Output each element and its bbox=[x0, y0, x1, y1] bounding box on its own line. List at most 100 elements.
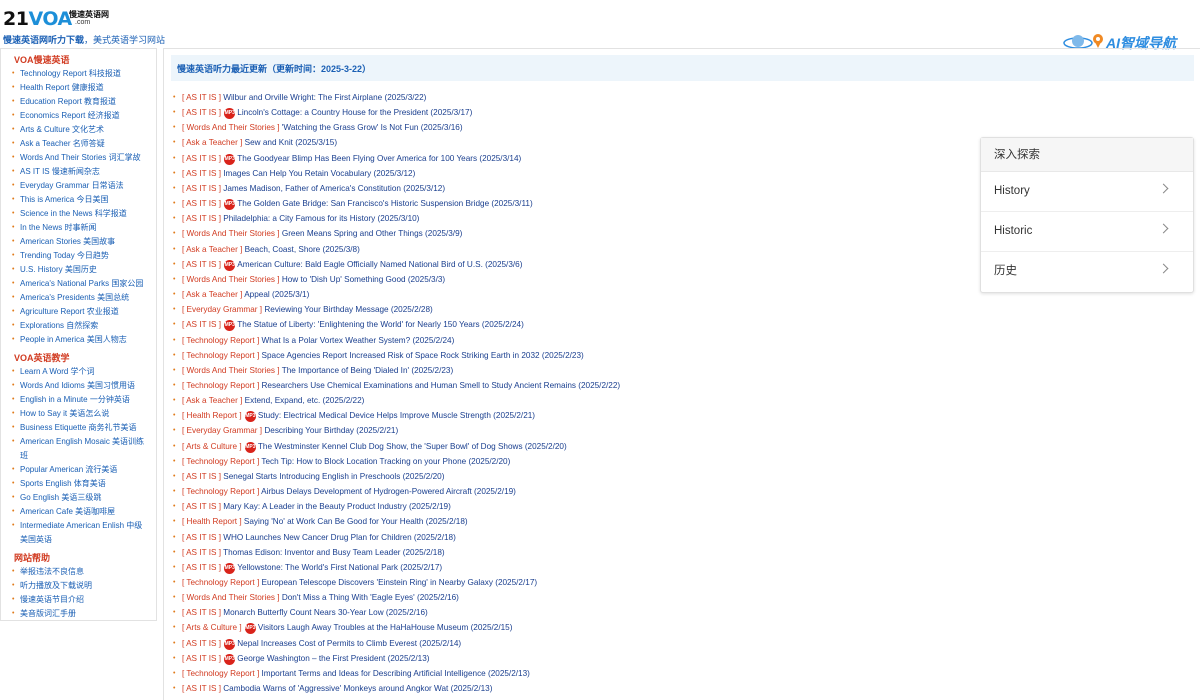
sidebar-item[interactable]: • Words And Idioms 美国习惯用语 bbox=[1, 379, 156, 393]
news-title-link[interactable]: WHO Launches New Cancer Drug Plan for Ch… bbox=[223, 533, 456, 542]
sidebar-item[interactable]: • Technology Report 科技报道 bbox=[1, 67, 156, 81]
news-title-link[interactable]: The Goodyear Blimp Has Been Flying Over … bbox=[237, 154, 521, 163]
news-category-link[interactable]: [ Ask a Teacher ] bbox=[182, 245, 242, 254]
news-title-link[interactable]: Researchers Use Chemical Examinations an… bbox=[262, 381, 621, 390]
news-item[interactable]: •[ Technology Report ] MP3Space Agencies… bbox=[173, 348, 620, 363]
news-category-link[interactable]: [ AS IT IS ] bbox=[182, 260, 221, 269]
news-category-link[interactable]: [ AS IT IS ] bbox=[182, 199, 221, 208]
news-title-link[interactable]: Appeal (2025/3/1) bbox=[244, 290, 309, 299]
sidebar-item[interactable]: • Words And Their Stories 词汇掌故 bbox=[1, 151, 156, 165]
news-title-link[interactable]: Saying 'No' at Work Can Be Good for Your… bbox=[244, 517, 468, 526]
news-title-link[interactable]: Beach, Coast, Shore (2025/3/8) bbox=[245, 245, 360, 254]
news-category-link[interactable]: [ AS IT IS ] bbox=[182, 93, 221, 102]
sidebar-item[interactable]: • 举报违法不良信息 bbox=[1, 565, 156, 579]
news-category-link[interactable]: [ Ask a Teacher ] bbox=[182, 396, 242, 405]
news-item[interactable]: • [ AS IT IS ] MP3 Lincoln's Cottage: a Co… bbox=[173, 105, 620, 120]
news-category-link[interactable]: [ Technology Report ] bbox=[182, 578, 259, 587]
news-category-link[interactable]: [ AS IT IS ] bbox=[182, 472, 221, 481]
news-category-link[interactable]: [ AS IT IS ] bbox=[182, 548, 221, 557]
sidebar-item[interactable]: • America's Presidents 美国总统 bbox=[1, 291, 156, 305]
news-title-link[interactable]: Tech Tip: How to Block Location Tracking… bbox=[261, 457, 510, 466]
news-category-link[interactable]: [ Everyday Grammar ] bbox=[182, 305, 262, 314]
news-category-link[interactable]: [ AS IT IS ] bbox=[182, 169, 221, 178]
news-title-link[interactable]: How to 'Dish Up' Something Good (2025/3/… bbox=[282, 275, 445, 284]
news-category-link[interactable]: [ Words And Their Stories ] bbox=[182, 593, 280, 602]
sidebar-item[interactable]: • 慢速英语节目介绍 bbox=[1, 593, 156, 607]
sidebar-item[interactable]: • Popular American 流行美语 bbox=[1, 463, 156, 477]
news-item[interactable]: •[ Words And Their Stories ] MP3The Impo… bbox=[173, 363, 620, 378]
news-title-link[interactable]: Thomas Edison: Inventor and Busy Team Le… bbox=[223, 548, 445, 557]
news-title-link[interactable]: Sew and Knit (2025/3/15) bbox=[245, 138, 337, 147]
news-title-link[interactable]: Images Can Help You Retain Vocabulary (2… bbox=[223, 169, 415, 178]
news-item[interactable]: •[ Words And Their Stories ] MP3Don't Mi… bbox=[173, 590, 620, 605]
sidebar-item[interactable]: • People in America 美国人物志 bbox=[1, 333, 156, 347]
news-title-link[interactable]: American Culture: Bald Eagle Officially … bbox=[237, 260, 522, 269]
news-item[interactable]: •[ AS IT IS ] MP3WHO Launches New Cancer… bbox=[173, 530, 620, 545]
news-title-link[interactable]: Senegal Starts Introducing English in Pr… bbox=[223, 472, 444, 481]
sidebar-item[interactable]: • American Stories 美国故事 bbox=[1, 235, 156, 249]
news-item[interactable]: •[ AS IT IS ] MP3Philadelphia: a City Fa… bbox=[173, 211, 620, 226]
news-item[interactable]: •[ AS IT IS ] MP3Monarch Butterfly Count… bbox=[173, 605, 620, 620]
news-title-link[interactable]: Philadelphia: a City Famous for its Hist… bbox=[223, 214, 419, 223]
sidebar-item[interactable]: • Business Etiquette 商务礼节美语 bbox=[1, 421, 156, 435]
news-item[interactable]: •[ Ask a Teacher ] MP3Appeal (2025/3/1) bbox=[173, 287, 620, 302]
news-title-link[interactable]: James Madison, Father of America's Const… bbox=[223, 184, 445, 193]
news-category-link[interactable]: [ Arts & Culture ] bbox=[182, 623, 242, 632]
news-category-link[interactable]: [ Technology Report ] bbox=[182, 351, 259, 360]
news-item[interactable]: •[ Ask a Teacher ] MP3Sew and Knit (2025… bbox=[173, 135, 620, 150]
news-title-link[interactable]: Lincoln's Cottage: a Country House for t… bbox=[237, 108, 472, 117]
sidebar-item[interactable]: • Everyday Grammar 日常语法 bbox=[1, 179, 156, 193]
news-item[interactable]: •[ AS IT IS ] MP3Mary Kay: A Leader in t… bbox=[173, 499, 620, 514]
news-item[interactable]: •[ Words And Their Stories ] MP3Green Me… bbox=[173, 226, 620, 241]
news-category-link[interactable]: [ AS IT IS ] bbox=[182, 184, 221, 193]
news-category-link[interactable]: [ Technology Report ] bbox=[182, 457, 259, 466]
sidebar-item[interactable]: • Agriculture Report 农业报道 bbox=[1, 305, 156, 319]
sidebar-item[interactable]: • English in a Minute 一分钟英语 bbox=[1, 393, 156, 407]
news-category-link[interactable]: [ AS IT IS ] bbox=[182, 502, 221, 511]
news-category-link[interactable]: [ Words And Their Stories ] bbox=[182, 366, 280, 375]
news-title-link[interactable]: Don't Miss a Thing With 'Eagle Eyes' (20… bbox=[282, 593, 459, 602]
news-item[interactable]: •[ Everyday Grammar ] MP3Reviewing Your … bbox=[173, 302, 620, 317]
sidebar-item[interactable]: • Intermediate American Enlish 中级美国英语 bbox=[1, 519, 156, 547]
news-category-link[interactable]: [ Ask a Teacher ] bbox=[182, 138, 242, 147]
news-item[interactable]: • [ Health Report ] MP3 Study: Electrical … bbox=[173, 408, 620, 423]
news-item[interactable]: • [ Arts & Culture ] MP3 Visitors Laugh Aw… bbox=[173, 620, 620, 635]
news-title-link[interactable]: The Westminster Kennel Club Dog Show, th… bbox=[258, 442, 567, 451]
sidebar-item[interactable]: • Education Report 教育报道 bbox=[1, 95, 156, 109]
explore-item-historic[interactable]: Historic bbox=[981, 212, 1193, 252]
news-item[interactable]: •[ AS IT IS ] MP3Wilbur and Orville Wrig… bbox=[173, 90, 620, 105]
news-title-link[interactable]: Important Terms and Ideas for Describing… bbox=[262, 669, 530, 678]
news-item[interactable]: •[ Technology Report ] MP3Airbus Delays … bbox=[173, 484, 620, 499]
news-category-link[interactable]: [ Technology Report ] bbox=[182, 487, 259, 496]
news-item[interactable]: •[ AS IT IS ] MP3Senegal Starts Introduc… bbox=[173, 469, 620, 484]
news-category-link[interactable]: [ AS IT IS ] bbox=[182, 684, 221, 693]
sidebar-item[interactable]: • Health Report 健康报道 bbox=[1, 81, 156, 95]
news-item[interactable]: •[ Health Report ] MP3Saying 'No' at Wor… bbox=[173, 514, 620, 529]
news-category-link[interactable]: [ AS IT IS ] bbox=[182, 563, 221, 572]
sidebar-item[interactable]: • Trending Today 今日趋势 bbox=[1, 249, 156, 263]
news-title-link[interactable]: The Importance of Being 'Dialed In' (202… bbox=[282, 366, 454, 375]
news-item[interactable]: •[ Technology Report ] MP3European Teles… bbox=[173, 575, 620, 590]
news-category-link[interactable]: [ Ask a Teacher ] bbox=[182, 290, 242, 299]
sidebar-item[interactable]: • Sports English 体育美语 bbox=[1, 477, 156, 491]
news-category-link[interactable]: [ Words And Their Stories ] bbox=[182, 123, 280, 132]
news-item[interactable]: •[ Technology Report ] MP3Tech Tip: How … bbox=[173, 454, 620, 469]
sidebar-item[interactable]: • AS IT IS 慢速新闻杂志 bbox=[1, 165, 156, 179]
news-title-link[interactable]: European Telescope Discovers 'Einstein R… bbox=[262, 578, 538, 587]
news-item[interactable]: • [ Arts & Culture ] MP3 The Westminster K… bbox=[173, 439, 620, 454]
sidebar-item[interactable]: • Ask a Teacher 名师答疑 bbox=[1, 137, 156, 151]
news-item[interactable]: • [ AS IT IS ] MP3 American Culture: Bald … bbox=[173, 257, 620, 272]
news-title-link[interactable]: George Washington – the First President … bbox=[237, 654, 429, 663]
sidebar-item[interactable]: • Science in the News 科学报道 bbox=[1, 207, 156, 221]
news-item[interactable]: • [ AS IT IS ] MP3 George Washington – the… bbox=[173, 651, 620, 666]
sidebar-item[interactable]: • American English Mosaic 美语训练班 bbox=[1, 435, 156, 463]
news-category-link[interactable]: [ Technology Report ] bbox=[182, 669, 259, 678]
news-category-link[interactable]: [ AS IT IS ] bbox=[182, 108, 221, 117]
news-title-link[interactable]: Mary Kay: A Leader in the Beauty Product… bbox=[223, 502, 451, 511]
news-item[interactable]: •[ AS IT IS ] MP3James Madison, Father o… bbox=[173, 181, 620, 196]
sidebar-item[interactable]: • America's National Parks 国家公园 bbox=[1, 277, 156, 291]
news-item[interactable]: •[ Technology Report ] MP3What Is a Pola… bbox=[173, 333, 620, 348]
sidebar-item[interactable]: • 听力播放及下载说明 bbox=[1, 579, 156, 593]
news-title-link[interactable]: Yellowstone: The World's First National … bbox=[237, 563, 442, 572]
news-item[interactable]: •[ AS IT IS ] MP3Cambodia Warns of 'Aggr… bbox=[173, 681, 620, 696]
